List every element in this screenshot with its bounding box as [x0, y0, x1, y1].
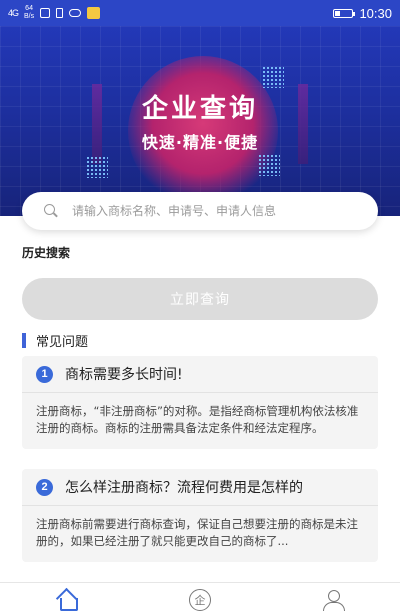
- faq-title: 常见问题: [36, 335, 89, 350]
- tab-profile[interactable]: [303, 583, 363, 616]
- faq-item[interactable]: 2 怎么样注册商标？流程何费用是怎样的 注册商标前需要进行商标查询，保证自己想要…: [22, 469, 378, 562]
- banner-subtitle: 快速·精准·便捷: [141, 133, 259, 152]
- faq-question: 怎么样注册商标？流程何费用是怎样的: [65, 480, 303, 496]
- faq-question: 商标需要多长时间!: [65, 367, 183, 383]
- company-icon: 企: [188, 588, 211, 611]
- banner-title: 企业查询: [141, 94, 258, 124]
- faq-header: 常见问题: [22, 331, 88, 350]
- search-bar[interactable]: [22, 192, 378, 230]
- home-icon: [56, 590, 78, 611]
- bottom-tab-bar: 企: [0, 582, 400, 616]
- history-title: 历史搜索: [22, 246, 71, 260]
- banner-dots: [258, 154, 280, 176]
- app-notification-icon: [87, 7, 101, 19]
- banner: 企业查询 快速·精准·便捷: [0, 26, 400, 216]
- faq-item[interactable]: 1 商标需要多长时间! 注册商标，“非注册商标”的对称。是指经商标管理机构依法核…: [22, 356, 378, 449]
- search-input[interactable]: [72, 204, 342, 218]
- tab-company[interactable]: 企: [170, 583, 230, 616]
- battery-icon: [333, 8, 356, 18]
- section-marker: [22, 333, 26, 348]
- faq-question-row[interactable]: 2 怎么样注册商标？流程何费用是怎样的: [36, 469, 364, 505]
- sim-icon: [56, 8, 64, 18]
- status-left: 4G 64 B/s: [8, 5, 101, 21]
- search-icon: [44, 204, 58, 218]
- tab-home[interactable]: [37, 583, 97, 616]
- status-time: 10:30: [359, 5, 392, 21]
- signal-indicator: 4G: [8, 8, 19, 18]
- faq-question-row[interactable]: 1 商标需要多长时间!: [36, 356, 364, 392]
- query-button[interactable]: 立即查询: [22, 278, 378, 320]
- faq-answer: 注册商标，“非注册商标”的对称。是指经商标管理机构依法核准注册的商标。商标的注册…: [36, 404, 359, 435]
- user-icon: [322, 589, 346, 611]
- faq-number-badge: 1: [36, 365, 53, 383]
- faq-number-badge: 2: [36, 478, 53, 496]
- network-speed-value: 64: [25, 5, 33, 12]
- faq-answer: 注册商标前需要进行商标查询，保证自己想要注册的商标是未注册的，如果已经注册了就只…: [36, 517, 358, 548]
- notification-icon: [40, 8, 51, 18]
- network-speed-unit: B/s: [24, 13, 35, 20]
- status-right: 10:30: [333, 6, 392, 21]
- cloud-icon: [69, 9, 82, 17]
- status-bar: 4G 64 B/s 10:30: [0, 0, 400, 26]
- banner-dots: [86, 156, 108, 178]
- network-speed: 64 B/s: [24, 5, 34, 21]
- battery-fill: [335, 10, 341, 16]
- banner-dots: [262, 66, 284, 88]
